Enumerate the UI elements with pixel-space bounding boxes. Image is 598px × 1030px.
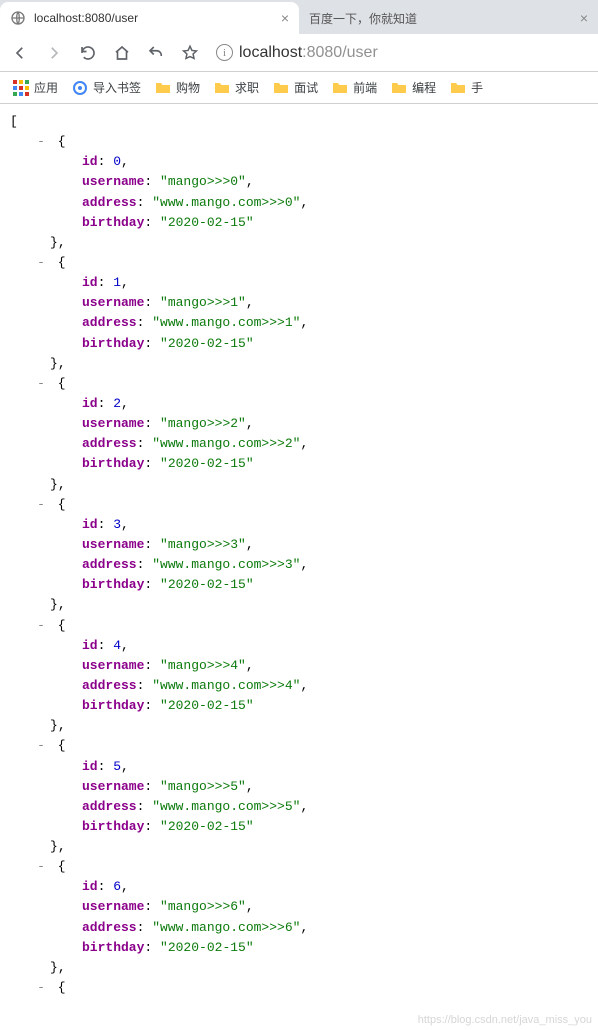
json-row[interactable]: }, xyxy=(10,475,588,495)
bookmark-folder[interactable]: 手 xyxy=(445,79,488,96)
json-row[interactable]: username: "mango>>>4", xyxy=(10,656,588,676)
home-button[interactable] xyxy=(108,39,136,67)
toggle-icon[interactable]: - xyxy=(34,978,48,998)
toggle-icon[interactable]: - xyxy=(34,374,48,394)
json-row[interactable]: address: "www.mango.com>>>0", xyxy=(10,193,588,213)
json-preview: [ - {id: 0,username: "mango>>>0",address… xyxy=(0,104,598,998)
json-row[interactable]: birthday: "2020-02-15" xyxy=(10,334,588,354)
url-text: localhost:8080/user xyxy=(239,44,378,62)
tab-strip: localhost:8080/user × 百度一下，你就知道 × xyxy=(0,0,598,34)
json-row[interactable]: - { xyxy=(10,736,588,756)
json-row[interactable]: address: "www.mango.com>>>4", xyxy=(10,676,588,696)
folder-icon xyxy=(214,80,230,96)
bookmark-folder[interactable]: 求职 xyxy=(209,79,264,96)
json-row[interactable]: }, xyxy=(10,595,588,615)
folder-icon xyxy=(155,80,171,96)
json-row[interactable]: id: 0, xyxy=(10,152,588,172)
json-row[interactable]: id: 6, xyxy=(10,877,588,897)
toggle-icon[interactable]: - xyxy=(34,132,48,152)
json-row[interactable]: id: 2, xyxy=(10,394,588,414)
bookmark-folder[interactable]: 编程 xyxy=(386,79,441,96)
json-open: [ xyxy=(10,112,588,132)
json-row[interactable]: birthday: "2020-02-15" xyxy=(10,575,588,595)
json-row[interactable]: - { xyxy=(10,978,588,998)
toggle-icon[interactable]: - xyxy=(34,253,48,273)
bookmark-label: 编程 xyxy=(412,79,436,96)
json-row[interactable]: address: "www.mango.com>>>1", xyxy=(10,313,588,333)
close-icon[interactable]: × xyxy=(580,11,588,25)
json-row[interactable]: birthday: "2020-02-15" xyxy=(10,938,588,958)
folder-icon xyxy=(273,80,289,96)
address-bar[interactable]: i localhost:8080/user xyxy=(210,44,592,62)
gear-icon xyxy=(72,80,88,96)
bookmark-label: 购物 xyxy=(176,79,200,96)
json-row[interactable]: - { xyxy=(10,495,588,515)
watermark-text: https://blog.csdn.net/java_miss_you xyxy=(418,1014,592,1026)
info-icon[interactable]: i xyxy=(216,44,233,61)
tab-baidu[interactable]: 百度一下，你就知道 × xyxy=(299,2,598,34)
json-row[interactable]: - { xyxy=(10,374,588,394)
bookmark-label: 求职 xyxy=(235,79,259,96)
bookmark-label: 前端 xyxy=(353,79,377,96)
bookmark-label: 面试 xyxy=(294,79,318,96)
forward-button[interactable] xyxy=(40,39,68,67)
json-row[interactable]: birthday: "2020-02-15" xyxy=(10,213,588,233)
reload-button[interactable] xyxy=(74,39,102,67)
json-row[interactable]: address: "www.mango.com>>>2", xyxy=(10,434,588,454)
star-button[interactable] xyxy=(176,39,204,67)
folder-icon xyxy=(391,80,407,96)
bookmark-folder[interactable]: 面试 xyxy=(268,79,323,96)
json-row[interactable]: birthday: "2020-02-15" xyxy=(10,817,588,837)
json-row[interactable]: }, xyxy=(10,354,588,374)
json-row[interactable]: username: "mango>>>6", xyxy=(10,897,588,917)
tab-localhost[interactable]: localhost:8080/user × xyxy=(0,2,299,34)
toggle-icon[interactable]: - xyxy=(34,495,48,515)
json-row[interactable]: }, xyxy=(10,958,588,978)
json-row[interactable]: }, xyxy=(10,837,588,857)
folder-icon xyxy=(332,80,348,96)
json-row[interactable]: }, xyxy=(10,233,588,253)
json-row[interactable]: address: "www.mango.com>>>5", xyxy=(10,797,588,817)
json-row[interactable]: birthday: "2020-02-15" xyxy=(10,454,588,474)
json-row[interactable]: - { xyxy=(10,616,588,636)
tab-title: 百度一下，你就知道 xyxy=(309,10,572,27)
bookmark-bar: 应用 导入书签 购物 求职 面试 前端 编程 手 xyxy=(0,72,598,104)
json-row[interactable]: }, xyxy=(10,716,588,736)
json-row[interactable]: username: "mango>>>0", xyxy=(10,172,588,192)
close-icon[interactable]: × xyxy=(281,11,289,25)
json-row[interactable]: address: "www.mango.com>>>6", xyxy=(10,918,588,938)
json-row[interactable]: username: "mango>>>1", xyxy=(10,293,588,313)
json-row[interactable]: username: "mango>>>2", xyxy=(10,414,588,434)
json-row[interactable]: - { xyxy=(10,132,588,152)
json-row[interactable]: username: "mango>>>5", xyxy=(10,777,588,797)
json-row[interactable]: birthday: "2020-02-15" xyxy=(10,696,588,716)
back-button[interactable] xyxy=(6,39,34,67)
json-row[interactable]: - { xyxy=(10,253,588,273)
tab-title: localhost:8080/user xyxy=(34,11,273,25)
bookmark-import[interactable]: 导入书签 xyxy=(67,79,146,96)
bookmark-label: 手 xyxy=(471,79,483,96)
json-row[interactable]: address: "www.mango.com>>>3", xyxy=(10,555,588,575)
toggle-icon[interactable]: - xyxy=(34,616,48,636)
bookmark-apps[interactable]: 应用 xyxy=(8,79,63,96)
bookmark-folder[interactable]: 购物 xyxy=(150,79,205,96)
json-row[interactable]: - { xyxy=(10,857,588,877)
folder-icon xyxy=(450,80,466,96)
bookmark-label: 导入书签 xyxy=(93,79,141,96)
toggle-icon[interactable]: - xyxy=(34,736,48,756)
json-row[interactable]: id: 3, xyxy=(10,515,588,535)
bookmark-folder[interactable]: 前端 xyxy=(327,79,382,96)
json-row[interactable]: id: 5, xyxy=(10,757,588,777)
json-row[interactable]: username: "mango>>>3", xyxy=(10,535,588,555)
toggle-icon[interactable]: - xyxy=(34,857,48,877)
undo-button[interactable] xyxy=(142,39,170,67)
browser-toolbar: i localhost:8080/user xyxy=(0,34,598,72)
apps-icon xyxy=(13,80,29,96)
json-row[interactable]: id: 4, xyxy=(10,636,588,656)
json-row[interactable]: id: 1, xyxy=(10,273,588,293)
bookmark-label: 应用 xyxy=(34,79,58,96)
globe-icon xyxy=(10,10,26,26)
